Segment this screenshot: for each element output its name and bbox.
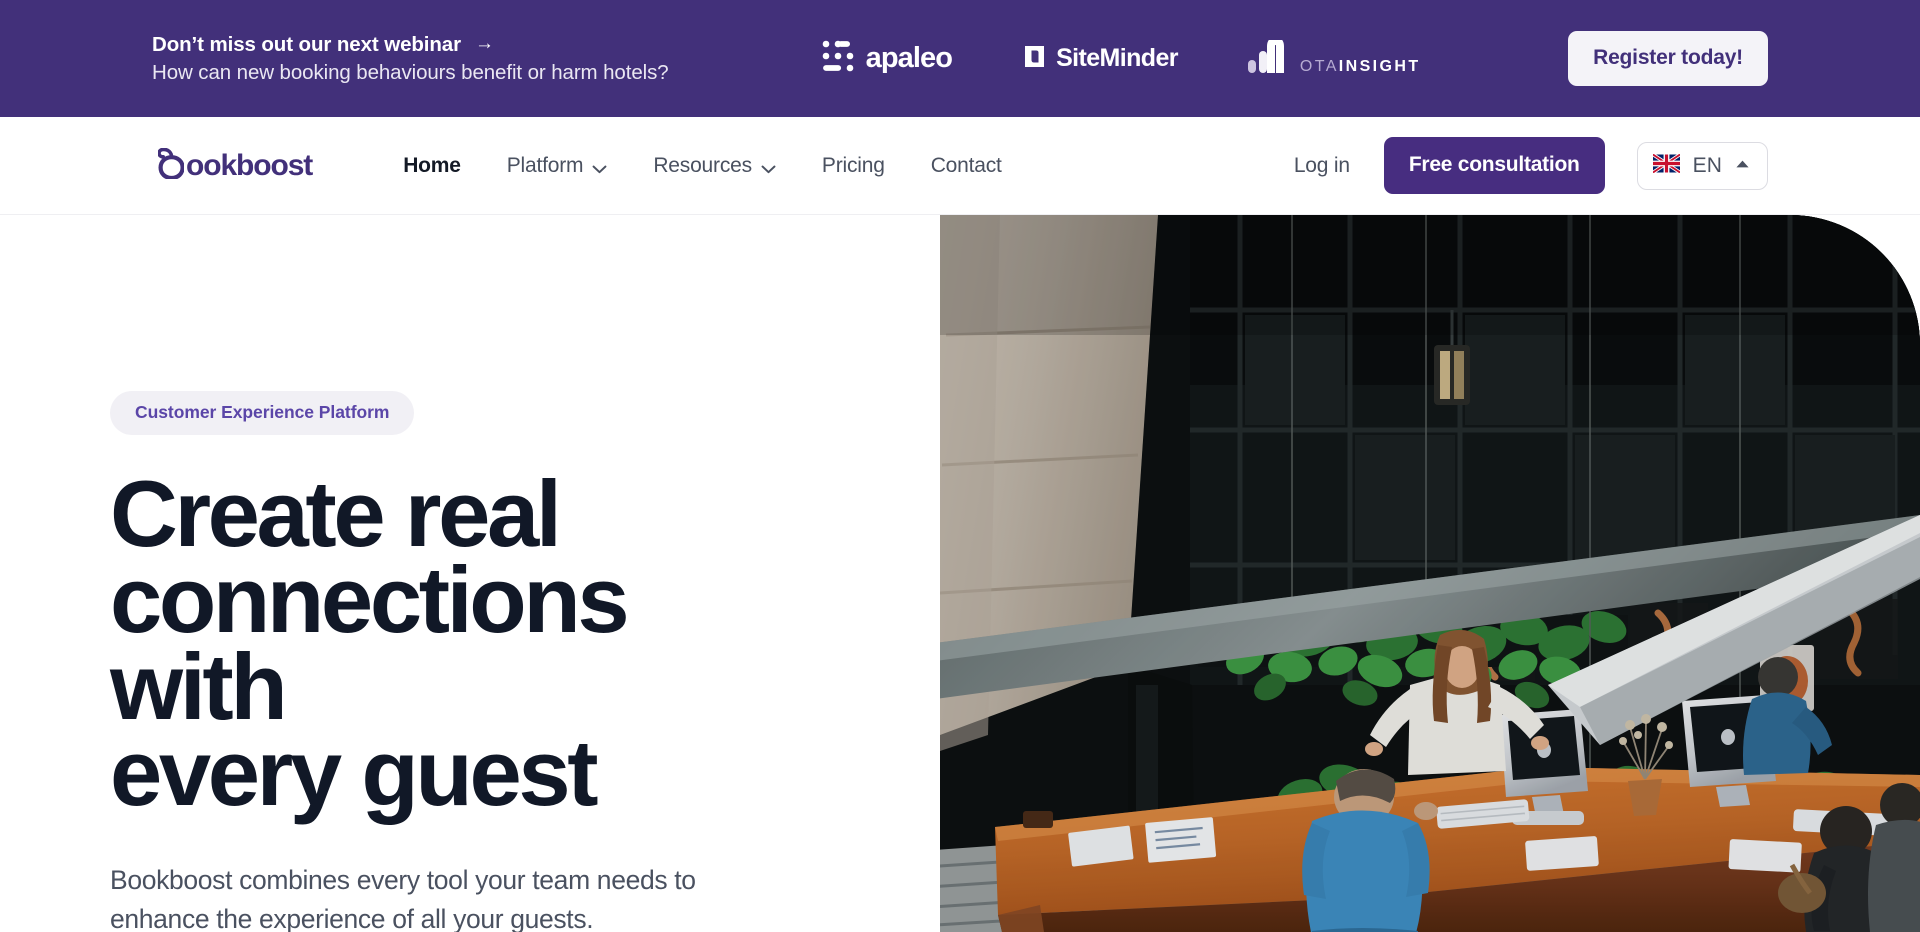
partner-logo-apaleo[interactable]: apaleo (822, 40, 953, 77)
ota-insight-word-insight: INSIGHT (1338, 57, 1421, 75)
bookboost-b-logo-icon (157, 147, 185, 184)
language-code: EN (1692, 154, 1722, 177)
nav-item-home[interactable]: Home (380, 154, 484, 178)
promo-banner-partner-logos: apaleo SiteMinder OTA INSIGHT (822, 36, 1421, 78)
ota-insight-bars-icon (1247, 36, 1288, 78)
apaleo-wordmark: apaleo (865, 42, 953, 74)
navbar-actions: Log in Free consultation EN (1268, 137, 1768, 194)
apaleo-dot-matrix-icon (822, 40, 855, 77)
main-navbar: ookboost Home Platform Resources Pricing… (0, 117, 1920, 215)
language-selector[interactable]: EN (1636, 141, 1768, 190)
caret-up-icon (1735, 156, 1750, 174)
hero-image (940, 215, 1920, 932)
partner-logo-siteminder[interactable]: SiteMinder (1022, 44, 1178, 74)
chevron-down-icon (592, 156, 607, 180)
nav-item-contact[interactable]: Contact (908, 154, 1025, 178)
register-today-button[interactable]: Register today! (1568, 31, 1768, 86)
uk-flag-icon (1651, 152, 1681, 178)
promo-banner-headline-row[interactable]: Don’t miss out our next webinar → (152, 33, 712, 57)
nav-item-pricing[interactable]: Pricing (799, 154, 908, 178)
bookboost-logo[interactable]: ookboost (157, 147, 313, 184)
nav-item-resources[interactable]: Resources (630, 154, 799, 178)
siteminder-mark-icon (1022, 44, 1047, 74)
nav-item-home-label: Home (403, 153, 461, 177)
page-title: Create real connections with every guest (110, 467, 810, 820)
free-consultation-button[interactable]: Free consultation (1383, 137, 1605, 194)
promo-banner-subline: How can new booking behaviours benefit o… (152, 60, 669, 84)
chevron-down-icon (761, 156, 776, 180)
hero-badge: Customer Experience Platform (110, 391, 415, 435)
ota-insight-word-ota: OTA (1299, 57, 1339, 75)
hero-subtitle: Bookboost combines every tool your team … (110, 864, 696, 932)
siteminder-wordmark: SiteMinder (1056, 44, 1178, 72)
hero-title-line-2: connections with (110, 547, 630, 739)
login-link[interactable]: Log in (1268, 154, 1376, 178)
partner-logo-ota-insight[interactable]: OTA INSIGHT (1247, 36, 1421, 78)
ota-insight-wordmark: OTA INSIGHT (1299, 57, 1421, 75)
promo-banner-text: Don’t miss out our next webinar → How ca… (152, 33, 712, 85)
hero-title-line-3: every guest (110, 720, 599, 826)
nav-item-platform-label: Platform (506, 153, 584, 177)
navbar-links: Home Platform Resources Pricing Contact (380, 154, 1025, 178)
nav-item-pricing-label: Pricing (821, 153, 885, 177)
hotel-lobby-illustration (940, 215, 1920, 932)
hero-copy: Customer Experience Platform Create real… (110, 215, 870, 932)
nav-item-platform[interactable]: Platform (484, 154, 631, 178)
nav-item-resources-label: Resources (653, 153, 752, 177)
promo-banner: Don’t miss out our next webinar → How ca… (0, 0, 1920, 117)
bookboost-wordmark: ookboost (186, 148, 313, 182)
arrow-right-icon: → (475, 33, 494, 54)
nav-item-contact-label: Contact (930, 153, 1002, 177)
promo-banner-headline: Don’t miss out our next webinar (152, 32, 461, 56)
hero-section: Customer Experience Platform Create real… (0, 215, 1920, 932)
